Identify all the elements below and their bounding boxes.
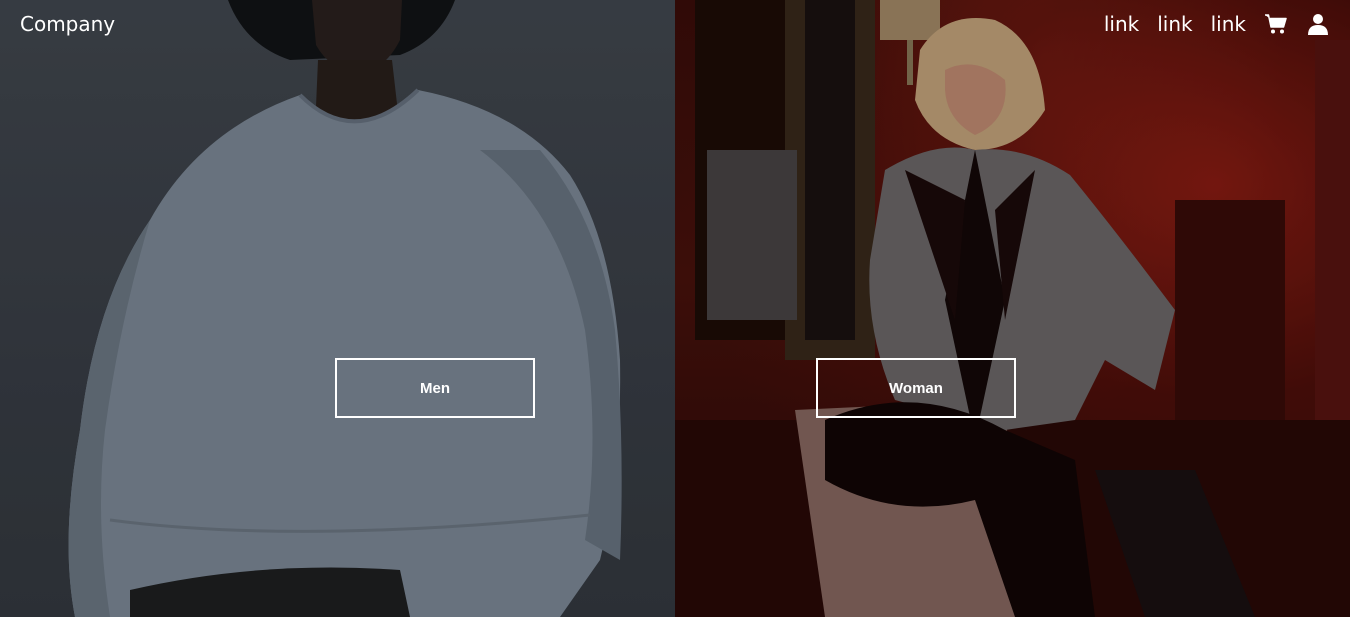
user-icon[interactable] [1306,12,1330,36]
nav-right: link link link [1104,12,1330,36]
women-panel[interactable]: Woman [675,0,1350,617]
women-button[interactable]: Woman [816,358,1016,418]
men-panel[interactable]: Men [0,0,675,617]
top-nav: Company link link link [0,0,1350,48]
men-overlay [0,0,675,617]
cart-icon[interactable] [1264,12,1288,36]
men-button[interactable]: Men [335,358,535,418]
nav-link-1[interactable]: link [1104,12,1139,36]
hero-split: Men Woman [0,0,1350,617]
brand-logo[interactable]: Company [20,12,115,36]
nav-link-2[interactable]: link [1157,12,1192,36]
women-overlay [675,0,1350,617]
nav-link-3[interactable]: link [1211,12,1246,36]
